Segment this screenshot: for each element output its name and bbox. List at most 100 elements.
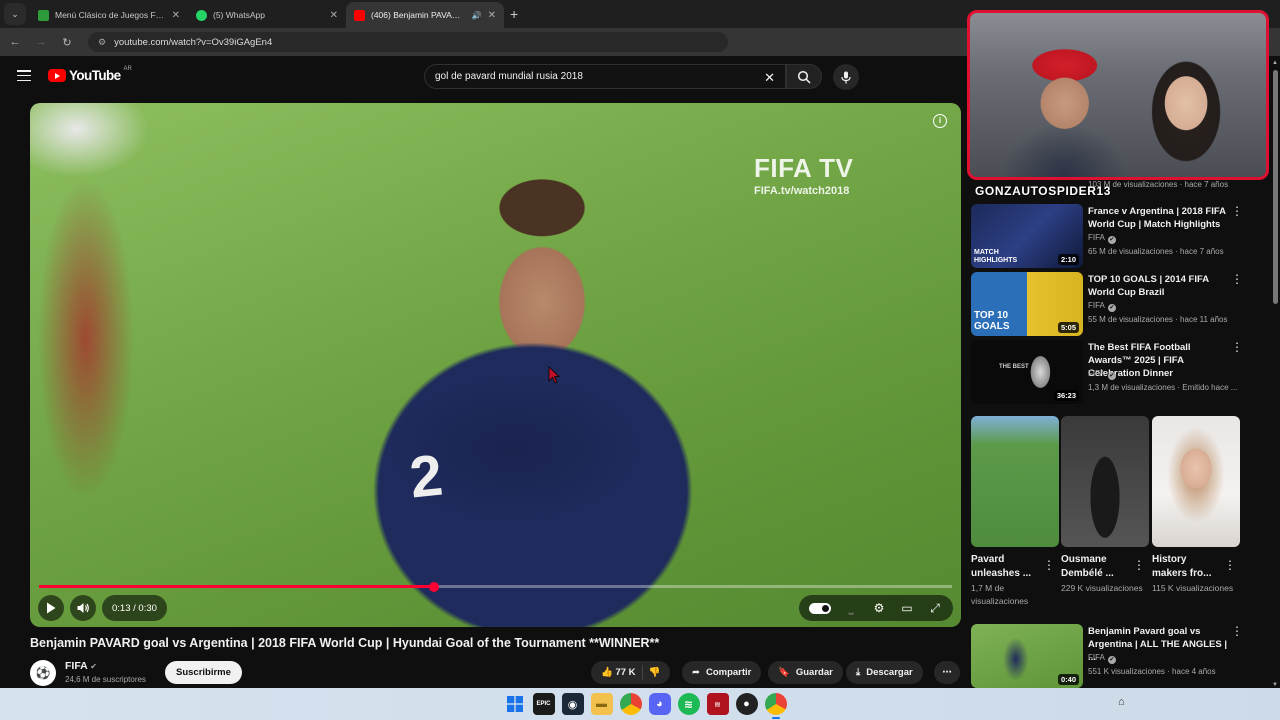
settings-gear-icon[interactable]: ⚙ — [871, 601, 887, 615]
download-button[interactable]: ⤓ Descargar — [846, 661, 923, 684]
recommended-video[interactable]: MATCH HIGHLIGHTS 2:10 France v Argentina… — [971, 204, 1271, 268]
video-player[interactable]: FIFA TV FIFA.tv/watch2018 i 2 0:13 / 0:3… — [30, 103, 961, 627]
dislike-icon[interactable]: 👎 — [649, 667, 661, 678]
tab-friv[interactable]: Menú Clásico de Juegos Friv | F ✕ — [30, 2, 188, 28]
video-thumbnail[interactable]: THE BEST 36:23 — [971, 340, 1083, 404]
search-query: gol de pavard mundial rusia 2018 — [435, 71, 583, 82]
reload-icon[interactable]: ↻ — [60, 36, 74, 49]
short-thumbnail[interactable] — [971, 416, 1059, 547]
channel-name[interactable]: FIFA ✔ — [1088, 653, 1116, 664]
clear-search-icon[interactable]: ✕ — [764, 70, 775, 86]
more-vertical-icon[interactable]: ⋮ — [1231, 341, 1243, 353]
tab-title: (5) WhatsApp — [213, 10, 265, 20]
search-icon — [797, 70, 811, 84]
video-thumbnail[interactable]: MATCH HIGHLIGHTS 2:10 — [971, 204, 1083, 268]
file-explorer-icon[interactable]: ▬ — [590, 693, 613, 715]
discord-icon[interactable]: ◕ — [648, 693, 671, 715]
save-button[interactable]: 🔖 Guardar — [768, 661, 843, 684]
tab-search-button[interactable]: ⌄ — [4, 3, 26, 25]
recorder-app-icon[interactable]: ▤ — [706, 693, 729, 715]
more-vertical-icon[interactable]: ⋮ — [1231, 205, 1243, 217]
voice-search-button[interactable] — [833, 64, 859, 90]
page-scrollbar[interactable]: ▲ ▼ — [1271, 60, 1280, 688]
more-vertical-icon[interactable]: ⋮ — [1224, 558, 1236, 572]
channel-name[interactable]: FIFA ✔ — [1088, 369, 1116, 380]
channel-name-text: FIFA — [1088, 653, 1105, 662]
close-tab-icon[interactable]: ✕ — [488, 10, 496, 21]
video-thumbnail[interactable]: TOP 10 GOALS 5:05 — [971, 272, 1083, 336]
watermark-title: FIFA TV — [754, 153, 854, 183]
share-label: Compartir — [705, 667, 752, 678]
tab-title: (406) Benjamin PAVARD go — [371, 10, 466, 20]
progress-bar[interactable] — [39, 581, 952, 592]
fullscreen-icon[interactable]: ⤢ — [927, 601, 943, 616]
bookmark-icon: 🔖 — [778, 667, 790, 678]
youtube-play-logo-icon — [48, 69, 66, 82]
info-icon[interactable]: i — [933, 114, 947, 128]
subscribe-button[interactable]: Suscribirme — [165, 661, 242, 684]
play-icon — [47, 602, 56, 614]
video-title[interactable]: France v Argentina | 2018 FIFA World Cup… — [1088, 205, 1233, 231]
more-horizontal-icon: ⋯ — [942, 667, 952, 678]
forward-arrow-icon[interactable]: → — [34, 36, 48, 48]
share-button[interactable]: ➦ Compartir — [682, 661, 762, 684]
scrollbar-thumb[interactable] — [1273, 70, 1278, 304]
obs-icon[interactable]: ● — [735, 693, 758, 715]
recommended-video[interactable]: THE BEST 36:23 The Best FIFA Football Aw… — [971, 340, 1271, 404]
video-title[interactable]: TOP 10 GOALS | 2014 FIFA World Cup Brazi… — [1088, 273, 1233, 299]
volume-icon — [77, 603, 89, 613]
short-item[interactable]: History makers fro... 115 K visualizacio… — [1152, 416, 1240, 595]
close-tab-icon[interactable]: ✕ — [172, 10, 180, 21]
video-thumbnail[interactable]: 0:40 — [971, 624, 1083, 688]
search-button[interactable] — [786, 64, 822, 89]
autoplay-toggle[interactable] — [809, 602, 831, 614]
short-title[interactable]: Pavard unleashes ... — [971, 553, 1043, 580]
thumbnail-text: THE BEST — [999, 364, 1029, 370]
steam-icon[interactable]: ◉ — [561, 693, 584, 715]
chrome-profile-icon[interactable] — [764, 693, 787, 719]
play-button[interactable] — [38, 595, 64, 621]
more-actions-button[interactable]: ⋯ — [934, 661, 960, 684]
recommended-video[interactable]: TOP 10 GOALS 5:05 TOP 10 GOALS | 2014 FI… — [971, 272, 1271, 336]
shorts-shelf: Pavard unleashes ... 1,7 M de visualizac… — [971, 416, 1241, 612]
tab-youtube[interactable]: (406) Benjamin PAVARD go 🔊 ✕ — [346, 2, 504, 28]
volume-button[interactable] — [70, 595, 96, 621]
more-vertical-icon[interactable]: ⋮ — [1043, 558, 1055, 572]
short-item[interactable]: Pavard unleashes ... 1,7 M de visualizac… — [971, 416, 1059, 608]
scrubber-handle[interactable] — [429, 581, 440, 592]
spotify-icon[interactable]: ≋ — [677, 693, 700, 715]
channel-name[interactable]: FIFA ✔ — [1088, 233, 1116, 244]
short-thumbnail[interactable] — [1061, 416, 1149, 547]
back-arrow-icon[interactable]: ← — [8, 36, 22, 48]
video-meta: 1,3 M de visualizaciones · Emitido hace … — [1088, 383, 1238, 392]
like-button[interactable]: 👍 77 K — [601, 667, 636, 678]
more-vertical-icon[interactable]: ⋮ — [1133, 558, 1145, 572]
subtitles-icon[interactable]: ⎵ — [843, 601, 859, 616]
theater-mode-icon[interactable]: ▭ — [899, 601, 915, 615]
new-tab-button[interactable]: + — [510, 6, 518, 22]
windows-start-icon[interactable] — [504, 693, 526, 715]
system-tray-icon[interactable]: ⌂ — [1118, 696, 1125, 708]
scroll-up-arrow-icon[interactable]: ▲ — [1272, 60, 1278, 66]
tab-whatsapp[interactable]: (5) WhatsApp ✕ — [188, 2, 346, 28]
close-tab-icon[interactable]: ✕ — [330, 10, 338, 21]
epic-games-icon[interactable]: EPIC — [532, 693, 555, 715]
short-title[interactable]: Ousmane Dembélé ... — [1061, 553, 1133, 580]
short-title[interactable]: History makers fro... — [1152, 553, 1224, 580]
channel-avatar[interactable]: ⚽ — [30, 660, 56, 686]
short-thumbnail[interactable] — [1152, 416, 1240, 547]
channel-name[interactable]: FIFA ✔ — [1088, 301, 1116, 312]
chrome-icon[interactable] — [619, 693, 642, 715]
site-info-icon[interactable]: ⚙ — [98, 37, 106, 48]
channel-name[interactable]: FIFA ✔ — [65, 660, 97, 672]
url-field[interactable]: ⚙ youtube.com/watch?v=Ov39iGAgEn4 — [88, 32, 728, 52]
more-vertical-icon[interactable]: ⋮ — [1231, 273, 1243, 285]
more-vertical-icon[interactable]: ⋮ — [1231, 625, 1243, 637]
speaker-icon[interactable]: 🔊 — [472, 11, 482, 20]
recommended-video[interactable]: 0:40 Benjamin Pavard goal vs Argentina |… — [971, 624, 1271, 688]
search-input[interactable]: gol de pavard mundial rusia 2018 ✕ — [424, 64, 786, 89]
youtube-logo[interactable]: YouTube AR — [48, 66, 132, 83]
menu-icon[interactable] — [17, 70, 31, 82]
video-meta: 55 M de visualizaciones · hace 11 años — [1088, 315, 1228, 324]
short-item[interactable]: Ousmane Dembélé ... 229 K visualizacione… — [1061, 416, 1149, 595]
